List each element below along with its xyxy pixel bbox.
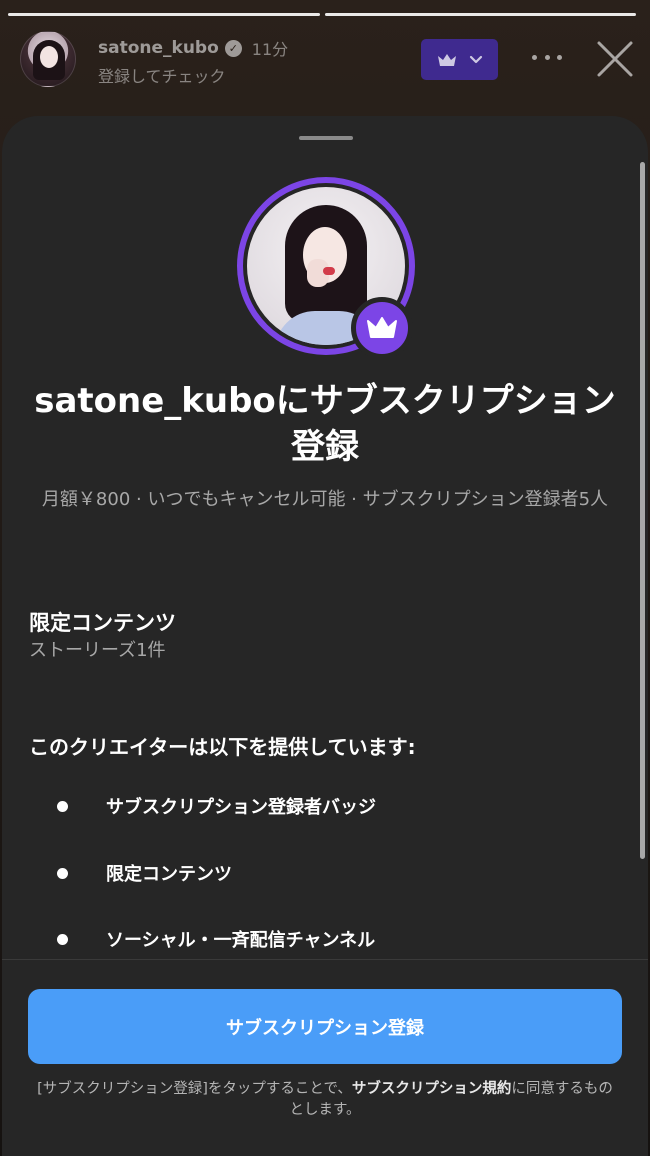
story-avatar[interactable] (20, 31, 76, 87)
crown-badge (351, 297, 413, 359)
subscribe-button[interactable]: サブスクリプション登録 (28, 989, 622, 1064)
terms-link[interactable]: サブスクリプション規約 (352, 1081, 512, 1097)
terms-prefix: [サブスクリプション登録]をタップすることで、 (37, 1081, 352, 1097)
story-progress (8, 13, 636, 16)
offer-list-item: ソーシャル・一斉配信チャンネル (57, 926, 375, 952)
close-icon[interactable] (596, 40, 634, 78)
story-timestamp: 11分 (251, 40, 289, 59)
story-header: satone_kubo ✓ 11分 登録してチェック (20, 30, 636, 90)
terms-text: [サブスクリプション登録]をタップすることで、サブスクリプション規約に同意するも… (32, 1079, 618, 1121)
story-user-row: satone_kubo ✓ 11分 (98, 36, 288, 60)
sheet-subtitle: 月額￥800 · いつでもキャンセル可能 · サブスクリプション登録者5人 (41, 489, 609, 510)
bullet-icon (57, 867, 68, 879)
chevron-down-icon (469, 55, 482, 63)
bullet-icon (57, 933, 68, 945)
sheet-scrollbar[interactable] (640, 162, 645, 859)
story-progress-segment (8, 13, 320, 16)
story-username[interactable]: satone_kubo (98, 38, 219, 58)
offer-label: 限定コンテンツ (106, 864, 232, 885)
subscription-button[interactable] (421, 39, 498, 80)
offer-list-item: サブスクリプション登録者バッジ (57, 793, 376, 819)
sheet-title: satone_kuboにサブスクリプション登録 (34, 381, 616, 467)
footer-divider (2, 959, 648, 960)
exclusive-content-title: 限定コンテンツ (29, 611, 176, 635)
offers-title: このクリエイターは以下を提供しています: (29, 735, 416, 759)
sheet-drag-handle[interactable] (299, 136, 353, 140)
more-icon[interactable] (532, 47, 562, 67)
offer-label: ソーシャル・一斉配信チャンネル (106, 930, 376, 951)
subscription-sheet: satone_kuboにサブスクリプション登録 月額￥800 · いつでもキャン… (2, 116, 648, 1156)
offer-list-item: 限定コンテンツ (57, 860, 232, 886)
story-screen: satone_kubo ✓ 11分 登録してチェック satone_kuboにサ… (0, 0, 650, 1156)
verified-badge-icon: ✓ (224, 39, 242, 57)
bullet-icon (57, 800, 68, 812)
exclusive-content-detail: ストーリーズ1件 (29, 640, 166, 661)
offer-label: サブスクリプション登録者バッジ (106, 797, 376, 818)
crown-icon (367, 317, 397, 338)
story-progress-segment (324, 13, 636, 16)
crown-icon (437, 53, 456, 66)
story-subtitle: 登録してチェック (98, 67, 226, 86)
